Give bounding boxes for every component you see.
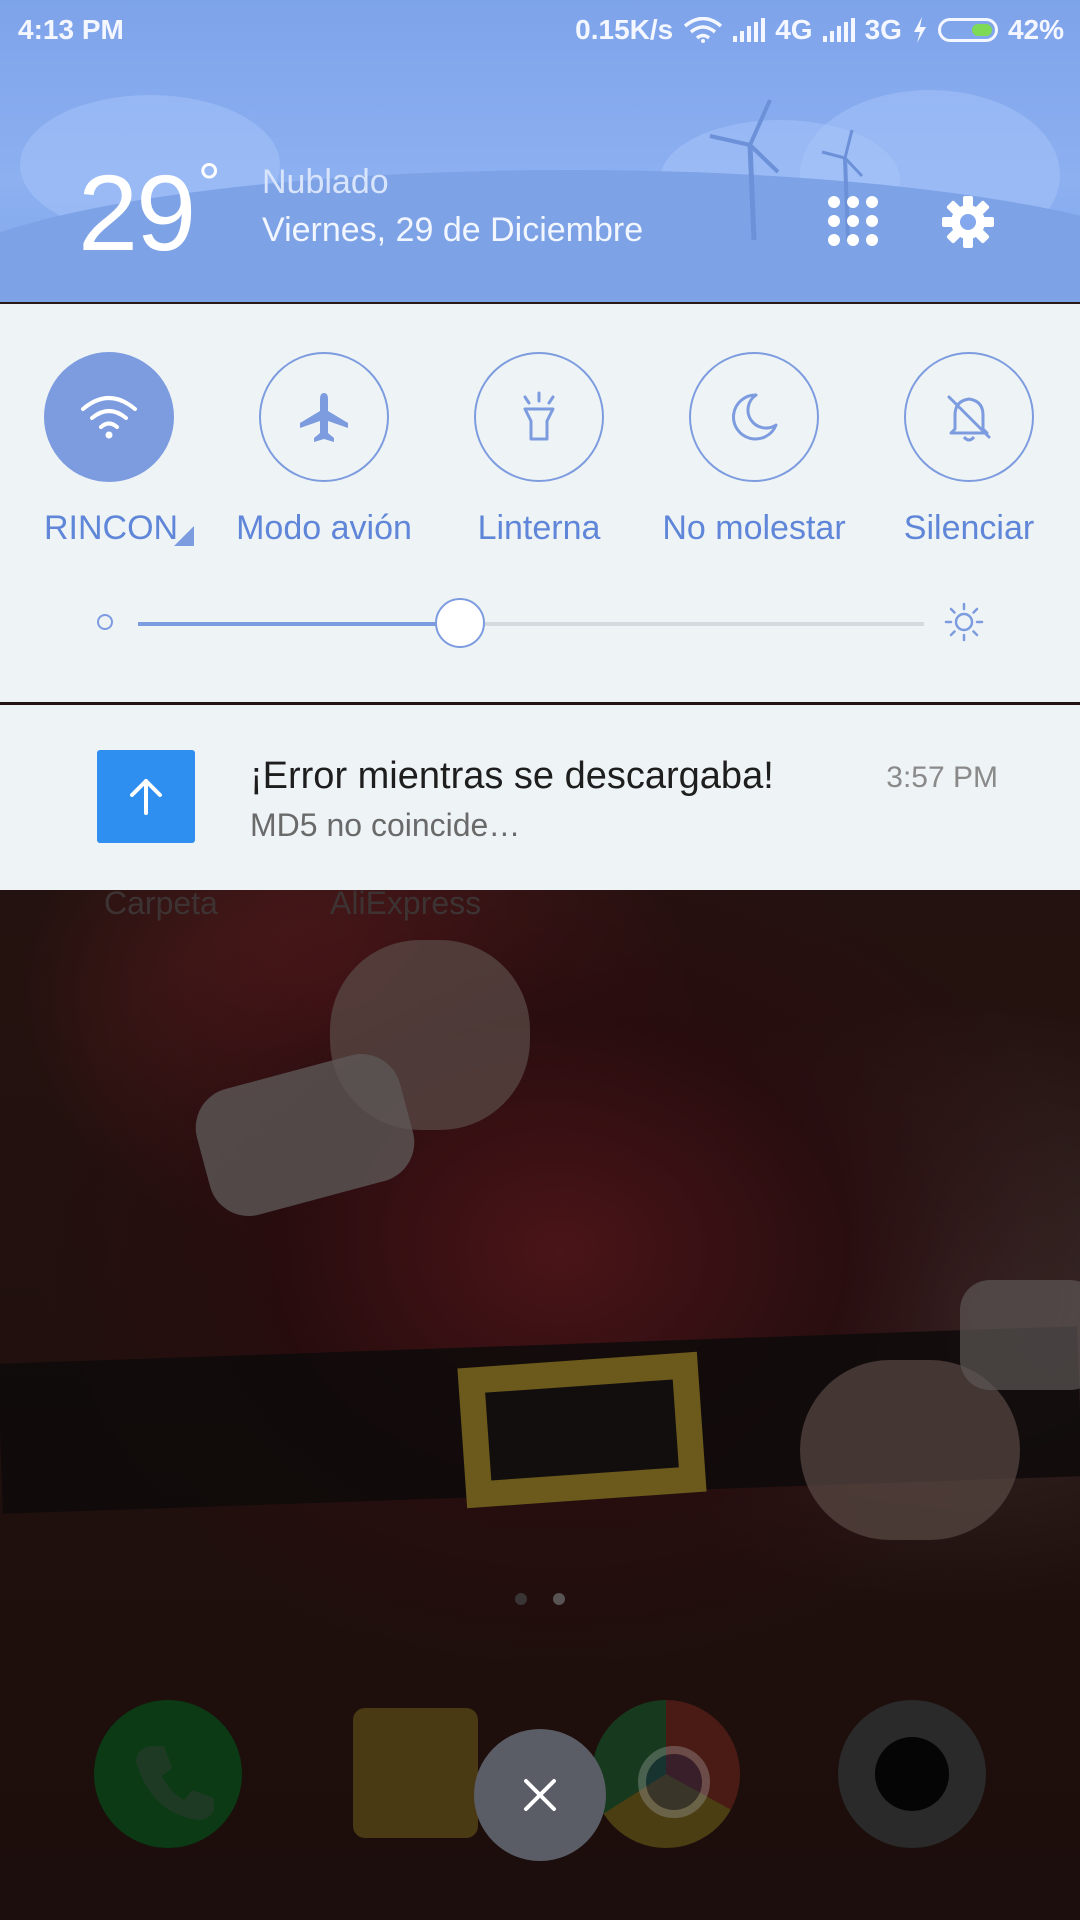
airplane-icon [300, 393, 348, 442]
close-button[interactable] [474, 1729, 606, 1861]
brightness-slider-fill [138, 622, 461, 626]
download-error-notification[interactable]: ¡Error mientras se descargaba! MD5 no co… [0, 705, 1080, 890]
airplane-mode-label: Modo avión [236, 509, 412, 547]
flashlight-label: Linterna [477, 509, 601, 547]
degree-symbol: ° [198, 151, 221, 214]
brightness-low-icon [97, 614, 113, 630]
signal-icon [733, 18, 766, 42]
do-not-disturb-label: No molestar [662, 509, 846, 547]
charging-icon [913, 17, 926, 43]
signal-icon [822, 18, 855, 42]
status-time: 4:13 PM [18, 14, 124, 45]
upload-arrow-icon [97, 750, 195, 843]
notification-shade-header: 4:13 PM 0.15K/s 4G 3G 42% 29 ° Nublado V… [0, 0, 1080, 302]
wifi-expand-icon[interactable] [174, 526, 194, 546]
page-indicator [515, 1593, 565, 1605]
wifi-network-name: RINCON [44, 509, 179, 547]
temperature: 29 [78, 152, 196, 273]
brightness-slider-thumb[interactable] [435, 598, 486, 648]
weather-condition: Nublado [262, 163, 389, 201]
page-dot [515, 1593, 527, 1605]
battery-icon [937, 18, 998, 42]
status-bar: 4:13 PM 0.15K/s 4G 3G 42% [0, 0, 1080, 60]
wifi-toggle[interactable] [44, 352, 174, 482]
brightness-high-icon [944, 602, 984, 642]
home-label-folder: Carpeta [104, 885, 218, 921]
messages-icon [353, 1708, 478, 1838]
phone-icon [94, 1700, 242, 1848]
home-label-aliexpress: AliExpress [330, 885, 482, 921]
close-icon [524, 1779, 556, 1811]
battery-percent: 42% [1007, 14, 1064, 45]
chrome-icon-center [638, 1746, 710, 1818]
bell-off-icon [947, 395, 991, 442]
wifi-icon [684, 17, 723, 43]
wallpaper-detail [457, 1351, 707, 1509]
notification-text: MD5 no coincide… [250, 807, 521, 843]
airplane-mode-toggle[interactable] [259, 352, 389, 482]
gear-icon[interactable] [940, 194, 996, 250]
notification-title: ¡Error mientras se descargaba! [250, 755, 774, 797]
network-speed: 0.15K/s [575, 14, 674, 45]
flashlight-toggle[interactable] [474, 352, 604, 482]
network-type-1: 4G [775, 14, 813, 45]
silence-label: Silenciar [903, 509, 1035, 547]
silence-toggle[interactable] [904, 352, 1034, 482]
page-dot-active [553, 1593, 565, 1605]
camera-lens [875, 1737, 949, 1811]
quick-settings-panel: RINCON Modo avión Linterna No molestar S… [0, 304, 1080, 702]
apps-grid-icon[interactable] [828, 196, 878, 246]
flashlight-icon [523, 391, 555, 441]
network-type-2: 3G [864, 14, 902, 45]
do-not-disturb-toggle[interactable] [689, 352, 819, 482]
moon-icon [732, 393, 778, 441]
notification-time: 3:57 PM [886, 761, 998, 794]
wifi-icon [81, 396, 137, 439]
weather-date: Viernes, 29 de Diciembre [262, 211, 644, 249]
wallpaper-detail [960, 1280, 1080, 1390]
